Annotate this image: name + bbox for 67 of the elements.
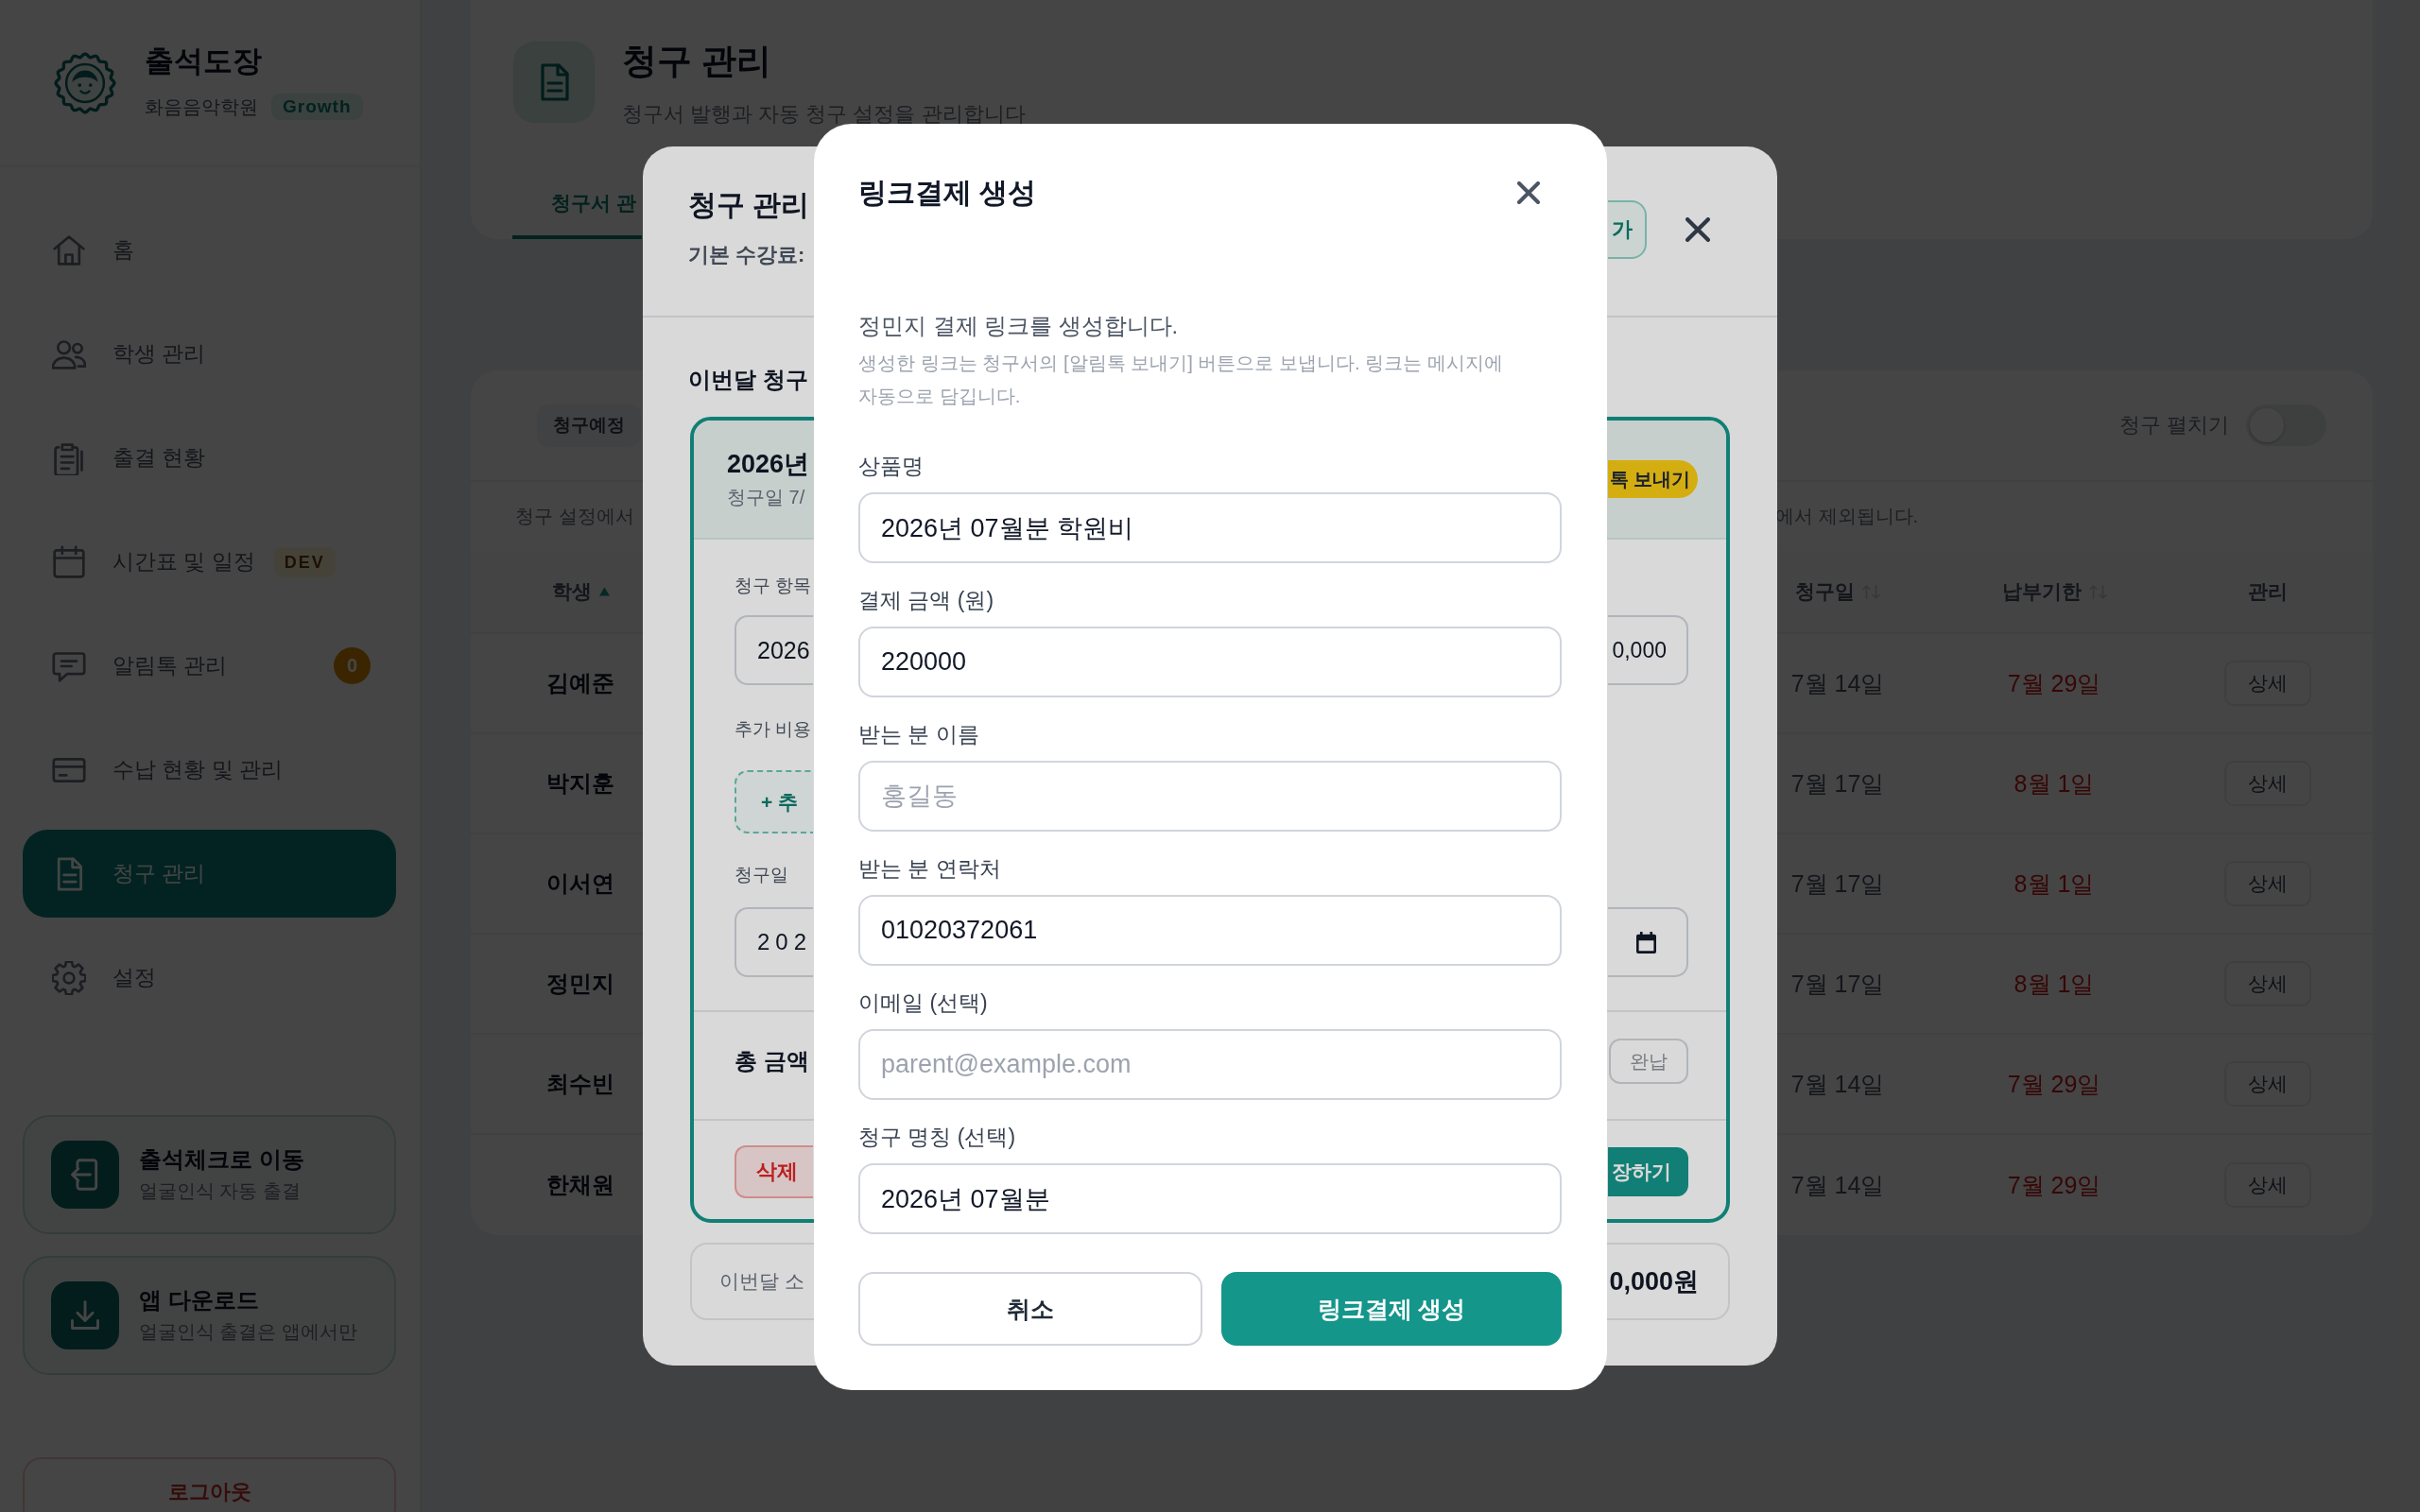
invoice-date: 청구일 7/ [727,486,805,509]
status-tag: DEV [273,546,336,577]
amount-field[interactable]: 0,000 [1608,615,1688,685]
due-date: 7월 29일 [2007,668,2101,698]
text-field[interactable]: 01020372061 [858,895,1562,966]
document-icon [513,42,595,123]
dialog-title: 링크결제 생성 [858,175,1037,210]
due-date: 8월 1일 [2014,868,2095,899]
settings-icon [52,960,86,995]
home-icon [52,232,86,267]
close-icon[interactable] [1517,181,1540,204]
text-field[interactable]: parent@example.com [858,1029,1562,1100]
download-icon [51,1281,119,1349]
cancel-button[interactable]: 취소 [858,1272,1202,1346]
field-label: 받는 분 이름 [858,721,979,748]
field-label: 청구 명칭 (선택) [858,1124,1016,1151]
add-button[interactable]: 가 [1608,200,1647,259]
due-date: 7월 29일 [2007,1170,2101,1200]
field-label: 결제 금액 (원) [858,587,994,614]
text-field[interactable]: 220000 [858,627,1562,697]
text-field[interactable]: 2026년 07월분 학원비 [858,492,1562,563]
due-date: 8월 1일 [2014,969,2095,999]
text-field[interactable]: 2026년 07월분 [858,1163,1562,1234]
text-field[interactable]: 2026 [735,615,813,685]
section-title: 이번달 청구 [688,366,808,394]
delete-button[interactable]: 삭제 [735,1145,813,1198]
due-date: 8월 1일 [2014,768,2095,799]
summary-value: 0,000원 [1609,1266,1699,1297]
close-icon[interactable] [1685,217,1710,242]
field-label: 받는 분 연락처 [858,855,1001,883]
student-name: 이서연 [546,869,614,898]
paid-button[interactable]: 완납 [1609,1039,1688,1084]
field-label: 상품명 [858,453,924,480]
student-name: 박지훈 [546,769,614,798]
text-field[interactable]: 홍길동 [858,761,1562,832]
intro-text: 정민지 결제 링크를 생성합니다. [858,313,1179,340]
student-name: 한채원 [546,1171,614,1199]
page-title: 청구 관리 [622,41,772,82]
plan-tag: Growth [271,94,363,120]
field-label: 추가 비용 [735,718,812,741]
invoice-title: 2026년 [727,449,810,480]
app-name: 출석도장 [145,43,262,79]
date-field[interactable] [1608,907,1688,977]
total-label: 총 금액 [735,1047,809,1075]
calendar-icon [52,544,86,579]
base-fee-label: 기본 수강료: [688,242,805,268]
add-cost-button[interactable]: + 추 [735,770,813,833]
field-label: 청구일 [735,864,788,886]
field-label: 청구 항목 [735,575,812,597]
student-name: 김예준 [546,669,614,697]
count-badge: 0 [334,647,371,684]
dialog-title: 청구 관리 [688,188,810,222]
due-date: 7월 29일 [2007,1069,2101,1099]
send-button[interactable]: 톡 보내기 [1608,460,1698,498]
clipboard-icon [52,440,86,475]
student-name: 최수빈 [546,1070,614,1098]
summary-label: 이번달 소 [719,1269,804,1294]
submit-button[interactable]: 링크결제 생성 [1221,1272,1562,1346]
calendar-icon[interactable] [1636,931,1656,954]
student-name: 정민지 [546,970,614,998]
help-text: 생성한 링크는 청구서의 [알림톡 보내기] 버튼으로 보냅니다. 링크는 메시지에 자동으로 담깁니다. [858,352,1504,408]
face-badge-icon [54,51,116,114]
logout-button[interactable]: 로그아웃 [23,1457,396,1512]
date-field[interactable]: 202 [735,907,813,977]
nav-item[interactable]: 청구 관리 [23,830,396,918]
field-label: 이메일 (선택) [858,989,988,1017]
save-button[interactable]: 장하기 [1608,1147,1688,1196]
